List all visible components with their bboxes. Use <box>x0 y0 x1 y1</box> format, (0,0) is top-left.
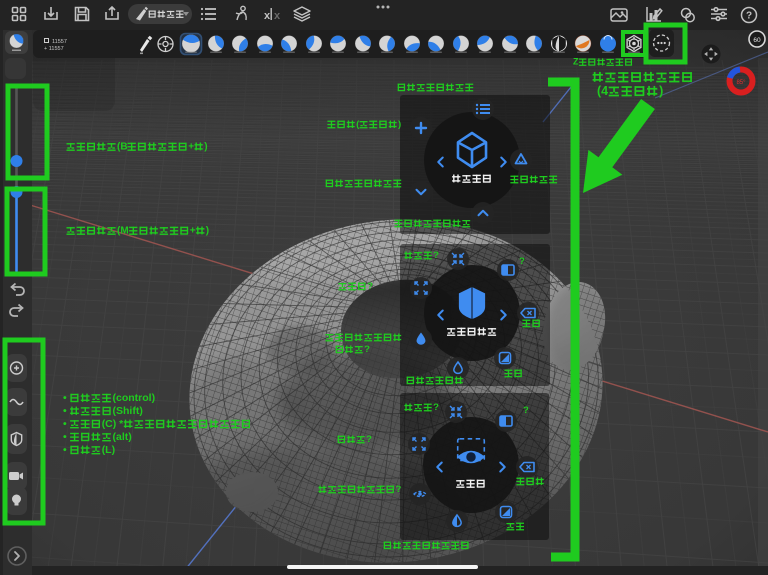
svg-text:?: ? <box>433 250 439 261</box>
svg-text:x: x <box>264 10 271 22</box>
svg-text:+: + <box>188 142 194 153</box>
svg-text:(M: (M <box>117 226 129 237</box>
svg-text:(: ( <box>356 119 360 130</box>
svg-text:(4: (4 <box>597 84 608 98</box>
svg-text:(L): (L) <box>102 444 115 456</box>
svg-text:•: • <box>63 444 67 456</box>
svg-text:•: • <box>63 431 67 443</box>
svg-text:•: • <box>63 392 67 404</box>
svg-text:): ) <box>398 119 401 130</box>
svg-text:(B: (B <box>117 142 128 153</box>
svg-text:Z: Z <box>573 57 579 67</box>
svg-text:?: ? <box>396 484 402 495</box>
svg-text:x: x <box>274 10 281 22</box>
svg-text:?: ? <box>367 281 373 292</box>
svg-text:85°: 85° <box>736 80 746 86</box>
svg-text:+: + <box>190 226 196 237</box>
svg-text:?: ? <box>433 402 439 413</box>
svg-text:(C) *: (C) * <box>102 418 124 430</box>
svg-text:): ) <box>206 226 209 237</box>
svg-text:(control): (control) <box>113 392 156 404</box>
svg-text:): ) <box>659 84 663 98</box>
svg-text:(alt): (alt) <box>113 431 132 443</box>
svg-text:?: ? <box>364 344 370 355</box>
svg-text:?: ? <box>366 434 372 445</box>
svg-text:•: • <box>63 418 67 430</box>
svg-text:•: • <box>63 405 67 417</box>
svg-text:): ) <box>204 142 207 153</box>
svg-text:?: ? <box>523 405 529 416</box>
svg-text:?: ? <box>519 256 525 267</box>
svg-text:?: ? <box>746 11 752 22</box>
svg-text:60: 60 <box>753 37 761 44</box>
svg-text:(Shift): (Shift) <box>113 405 143 417</box>
